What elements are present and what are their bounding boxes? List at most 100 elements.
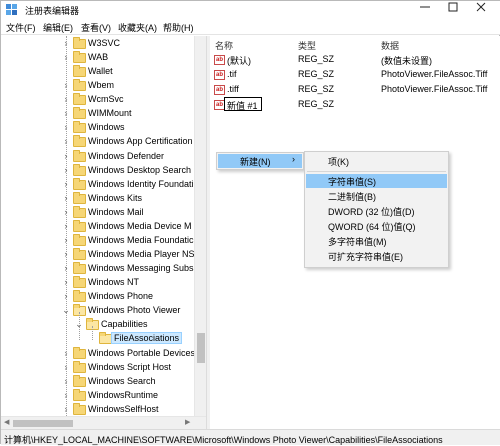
tree-item[interactable]: › WindowsSelfHost [1,402,201,416]
folder-icon [73,121,86,134]
tree-item[interactable]: › Windows Identity Foundati [1,177,201,192]
submenu-item-dword-value[interactable]: DWORD (32 位)值(D) [306,204,447,218]
tree-item-label: Windows Phone [88,291,154,302]
folder-icon [73,219,86,232]
value-type: REG_SZ [298,84,335,94]
submenu-item-label: 多字符串值(M) [328,237,387,247]
value-row[interactable]: ab .tiff REG_SZ PhotoViewer.FileAssoc.Ti… [210,83,500,97]
value-row-new[interactable]: ab 新值 #1 REG_SZ [210,97,500,112]
submenu-item-string-value[interactable]: 字符串值(S) [306,174,447,188]
value-data: (数值未设置) [381,56,432,66]
column-type-header[interactable]: 类型 [298,39,316,52]
tree-item[interactable]: › Windows Media Player NS [1,248,201,262]
tree-item[interactable]: › Windows Media Foundatic [1,233,201,248]
value-data: PhotoViewer.FileAssoc.Tiff [381,84,488,94]
tree-hscroll-thumb[interactable] [13,420,73,427]
folder-icon [73,177,86,190]
value-type: REG_SZ [298,99,335,109]
window-title: 注册表编辑器 [25,6,80,16]
value-type: REG_SZ [298,54,335,64]
minimize-icon [420,6,430,8]
scroll-left-icon[interactable]: ◀ [4,418,9,426]
folder-icon [73,79,86,92]
submenu-item-expandable-string-value[interactable]: 可扩充字符串值(E) [306,249,447,263]
tree-item[interactable]: › Windows Mail [1,205,201,220]
tree-item-label: Windows Search [88,375,156,386]
tree-item[interactable]: › Windows Search [1,374,201,389]
menu-item-new-label: 新建(N) [240,157,271,167]
rename-value-input[interactable]: 新值 #1 [224,97,262,111]
tree-guide-line [92,326,93,340]
tree-item[interactable]: › Windows Defender [1,149,201,164]
tree-item-label: Windows Script Host [88,361,172,372]
value-type: REG_SZ [298,69,335,79]
value-name: .tif [227,69,237,79]
value-row[interactable]: ab (默认) REG_SZ (数值未设置) [210,53,500,67]
tree-item[interactable]: FileAssociations [1,332,201,346]
folder-icon [73,402,86,415]
tree-scroll-thumb[interactable] [197,333,205,363]
tree-item-label: Windows Media Foundatic [88,234,194,245]
tree-item[interactable]: › WindowsRuntime [1,388,201,403]
tree-item-label: WcmSvc [88,94,124,105]
tree-item-label: W3SVC [88,38,121,48]
column-name-header[interactable]: 名称 [215,39,233,52]
tree-item[interactable]: › Windows Media Device M [1,219,201,234]
tree-item-label: WindowsRuntime [88,389,159,400]
folder-icon [73,276,86,289]
tree-item[interactable]: › Windows Desktop Search [1,163,201,178]
close-button[interactable] [467,1,495,19]
submenu-item-label: QWORD (64 位)值(Q) [328,222,416,232]
tree-item[interactable]: › Windows Kits [1,191,201,206]
submenu-item-qword-value[interactable]: QWORD (64 位)值(Q) [306,219,447,233]
tree-item-label: Windows Media Device M [88,220,192,231]
tree-item[interactable]: › WAB [1,51,201,65]
menu-item-new[interactable]: 新建(N) › [218,154,302,168]
tree-item[interactable]: › Windows Script Host [1,360,201,375]
submenu-item-binary-value[interactable]: 二进制值(B) [306,189,447,203]
folder-icon [73,205,86,218]
tree-item[interactable]: › Windows Phone [1,290,201,304]
submenu-item-label: 项(K) [328,157,349,167]
submenu-item-multi-string-value[interactable]: 多字符串值(M) [306,234,447,248]
new-submenu: 项(K) 字符串值(S) 二进制值(B) DWORD (32 位)值(D) QW… [304,151,449,268]
submenu-item-label: 可扩充字符串值(E) [328,252,403,262]
registry-editor-window: 注册表编辑器 文件(F) 编辑(E) 查看(V) 收藏夹(A) 帮助(H) › W… [0,0,500,445]
tree-item[interactable]: › W3SVC [1,37,201,51]
tree-item[interactable]: › Windows NT [1,276,201,290]
maximize-icon [448,2,458,12]
tree-item[interactable]: ⌄ Windows Photo Viewer [1,304,201,318]
menu-view[interactable]: 查看(V) [81,21,111,34]
tree-item[interactable]: ⌄ Capabilities [1,318,201,332]
menu-help[interactable]: 帮助(H) [163,21,194,34]
tree-item[interactable]: › WIMMount [1,107,201,121]
tree-item[interactable]: › Windows Portable Devices [1,346,201,361]
tree-horizontal-scrollbar[interactable]: ◀ ▶ [1,416,206,429]
menu-edit[interactable]: 编辑(E) [43,21,73,34]
tree-item[interactable]: › Wbem [1,79,201,93]
tree-guide-line [66,36,67,416]
column-data-header[interactable]: 数据 [381,39,399,52]
value-row[interactable]: ab .tif REG_SZ PhotoViewer.FileAssoc.Tif… [210,68,500,82]
tree-vertical-scrollbar[interactable] [194,36,206,416]
folder-icon [73,51,86,64]
tree-item[interactable]: › Windows Messaging Subs [1,262,201,276]
tree-item[interactable]: › Windows App Certification [1,135,201,149]
folder-icon [73,149,86,162]
maximize-button[interactable] [439,1,467,19]
tree-item[interactable]: Wallet [1,65,201,79]
status-bar: 计算机\HKEY_LOCAL_MACHINE\SOFTWARE\Microsof… [1,429,500,445]
scroll-right-icon[interactable]: ▶ [185,418,190,426]
tree-item[interactable]: › Windows [1,121,201,135]
menu-favorites[interactable]: 收藏夹(A) [118,21,157,34]
tree-item[interactable]: › WcmSvc [1,93,201,107]
folder-icon [73,233,86,246]
key-tree[interactable]: › W3SVC › WAB Wallet › Wbem › WcmSvc › WIMMount › Wi… [1,36,206,416]
minimize-button[interactable] [411,1,439,19]
folder-icon [73,93,86,106]
title-bar: 注册表编辑器 [1,1,500,19]
submenu-item-key[interactable]: 项(K) [306,154,447,168]
registry-app-icon [6,4,17,15]
menu-file[interactable]: 文件(F) [6,21,36,34]
tree-item-label: Windows App Certification [88,136,193,147]
